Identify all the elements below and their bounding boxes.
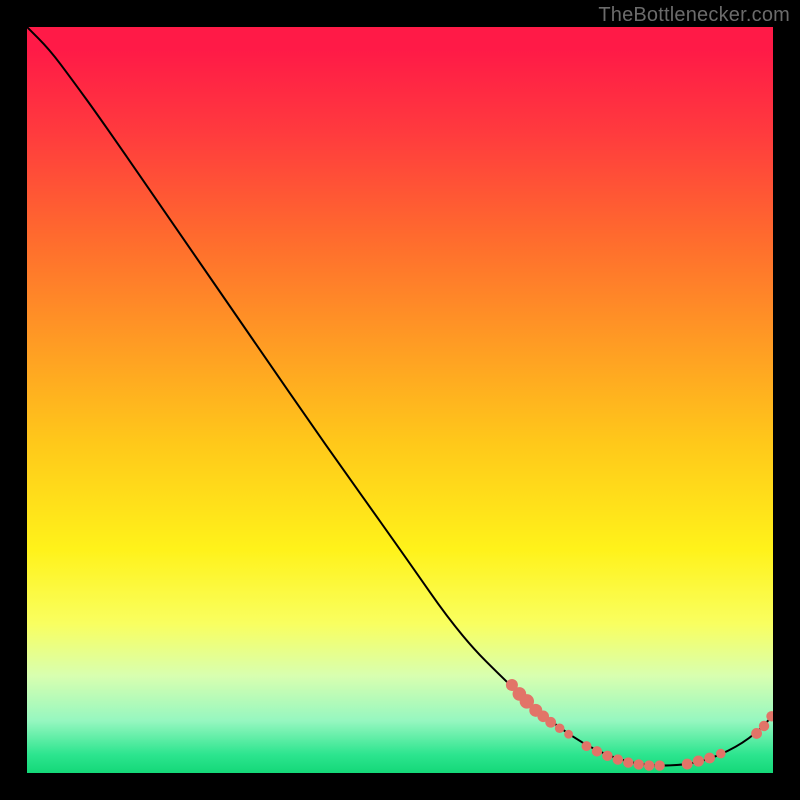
data-marker [644,760,654,770]
data-marker [716,749,726,759]
data-marker [555,723,565,733]
data-marker [682,759,693,770]
data-marker [759,721,769,731]
data-marker [623,757,633,767]
data-marker [693,755,704,766]
data-marker [634,759,644,769]
data-markers [506,679,773,771]
plot-area [27,27,773,773]
data-marker [592,746,602,756]
data-marker [564,730,573,739]
curve-path [27,27,773,766]
attribution-text: TheBottlenecker.com [598,4,790,27]
data-marker [654,760,664,770]
data-marker [602,751,612,761]
data-marker [751,728,762,739]
data-marker [613,754,623,764]
bottleneck-curve [27,27,773,766]
data-marker [704,753,715,764]
chart-stage: TheBottlenecker.com [0,0,800,800]
data-marker [545,717,556,728]
data-marker [582,741,592,751]
chart-svg [27,27,773,773]
